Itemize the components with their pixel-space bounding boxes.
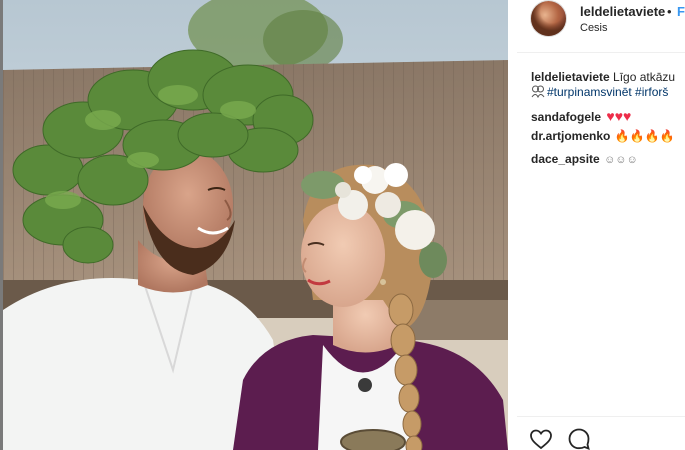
post-actions: [517, 416, 685, 450]
author-avatar[interactable]: [531, 1, 566, 36]
post-location[interactable]: Cesis: [580, 22, 608, 34]
post-photo[interactable]: [3, 0, 508, 450]
author-username[interactable]: leldelietaviete: [580, 4, 665, 19]
comment-username[interactable]: dace_apsite: [531, 152, 600, 166]
comment-item: dace_apsite ☺☺☺: [531, 152, 638, 166]
instagram-post-viewer: leldelietaviete • Follow Cesis leldeliet…: [0, 0, 685, 450]
heart-emoji-icon: ♥♥♥: [606, 108, 632, 124]
post-header: leldelietaviete • Follow Cesis: [517, 0, 685, 53]
post-side-panel: leldelietaviete • Follow Cesis leldeliet…: [517, 0, 685, 450]
caption-username[interactable]: leldelietaviete: [531, 70, 610, 84]
comment-username[interactable]: sandafogele: [531, 110, 601, 124]
caption-hashtags[interactable]: #turpinamsvinēt #irforš: [547, 85, 668, 99]
follow-button[interactable]: Follow: [677, 4, 685, 19]
header-separator: •: [667, 4, 672, 19]
caption: leldelietaviete Līgo atkāzu: [531, 70, 675, 84]
couple-emoji-icon: [531, 85, 545, 98]
comment-item: dr.artjomenko 🔥🔥🔥🔥: [531, 129, 674, 143]
comment-username[interactable]: dr.artjomenko: [531, 129, 610, 143]
comment-item: sandafogele ♥♥♥: [531, 108, 631, 124]
fire-emoji-icon: 🔥🔥🔥🔥: [614, 129, 675, 143]
smiley-emoji-icon: ☺☺☺: [604, 154, 638, 166]
photo-illustration: [3, 0, 508, 450]
caption-text: Līgo atkāzu: [609, 70, 676, 84]
caption-hashtags-line: #turpinamsvinēt #irforš: [531, 85, 668, 99]
speech-bubble-icon[interactable]: [567, 427, 591, 450]
heart-outline-icon[interactable]: [529, 427, 553, 450]
